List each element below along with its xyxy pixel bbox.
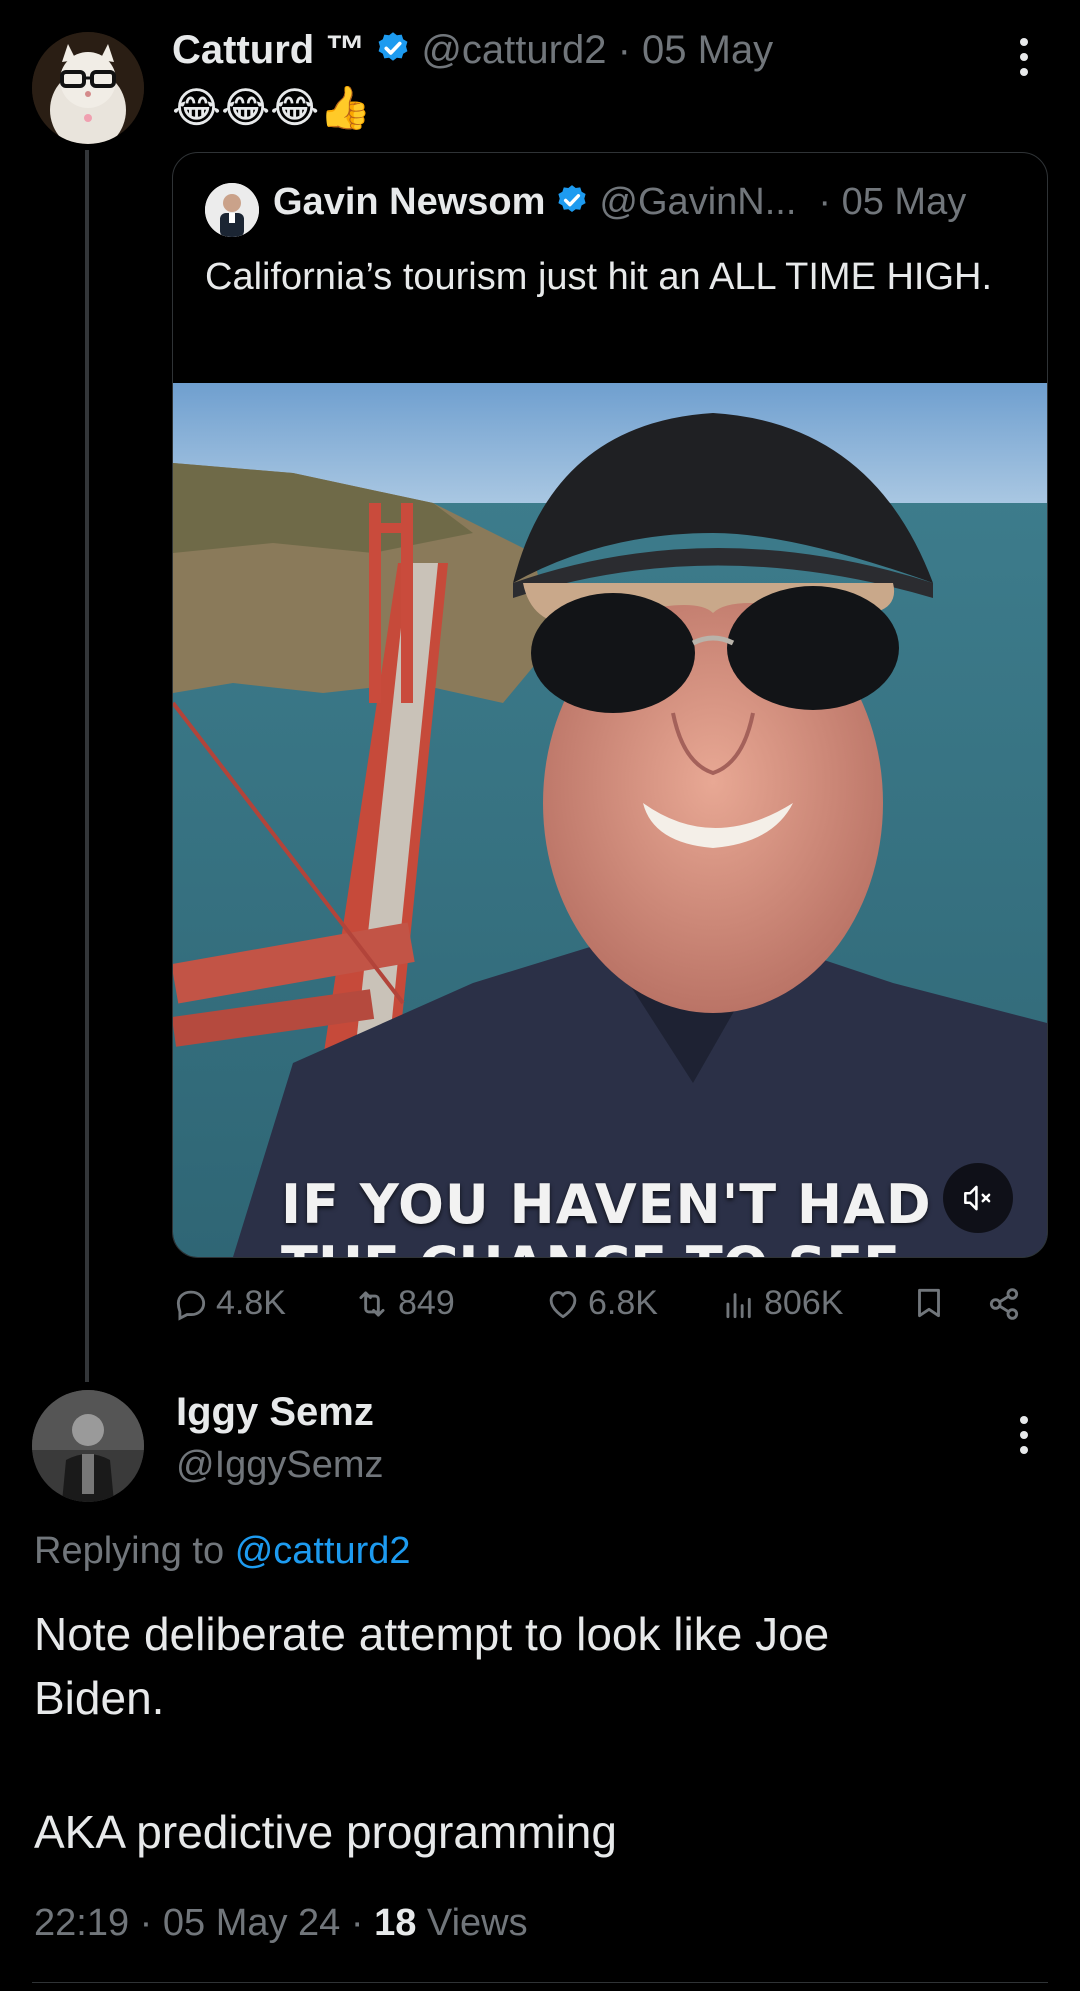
catturd-avatar[interactable] (32, 32, 144, 144)
retweet-icon (359, 1290, 385, 1317)
verified-badge-icon (555, 183, 589, 222)
tweet1-header: Catturd ™ @catturd2 · 05 May (172, 28, 773, 73)
like-button[interactable]: 6.8K (544, 1284, 658, 1323)
tweet1-action-bar: 4.8K 849 6.8K 806K (172, 1284, 1032, 1334)
share-icon (989, 1288, 1019, 1320)
quoted-author-name[interactable]: Gavin Newsom (273, 181, 545, 224)
share-button[interactable] (984, 1284, 1024, 1324)
reply-icon (176, 1290, 206, 1321)
replying-to-label: Replying to (34, 1530, 225, 1572)
tweet2-text-line2: Biden. (34, 1672, 165, 1724)
retweet-count: 849 (398, 1284, 455, 1322)
quoted-tweet[interactable]: Gavin Newsom @GavinN... · 05 May Califor… (172, 152, 1048, 1258)
tweet2-text-line1: Note deliberate attempt to look like Joe (34, 1608, 830, 1660)
video-caption-line1: IF YOU HAVEN'T HAD (281, 1173, 932, 1236)
tweet2-handle[interactable]: @IggySemz (176, 1444, 384, 1487)
reply-button[interactable]: 4.8K (172, 1284, 286, 1323)
quoted-video[interactable]: IF YOU HAVEN'T HAD THE CHANCE TO SEE (173, 383, 1047, 1257)
quoted-date: · 05 May (818, 181, 967, 223)
tweet2-timestamp[interactable]: 22:19 · 05 May 24 · (34, 1902, 374, 1944)
mute-icon (964, 1185, 991, 1211)
iggy-avatar[interactable] (32, 1390, 144, 1502)
bookmark-icon (918, 1288, 940, 1318)
tweet2-views-label: Views (416, 1902, 528, 1944)
quoted-header: Gavin Newsom @GavinN... · 05 May (273, 181, 966, 224)
like-icon (549, 1290, 577, 1318)
newsom-avatar (205, 183, 259, 237)
tweet2-views-count: 18 (374, 1902, 417, 1944)
video-frame-illustration (173, 383, 1047, 1257)
reply-count: 4.8K (216, 1284, 286, 1322)
tweet2-author-name[interactable]: Iggy Semz (176, 1390, 374, 1435)
like-count: 6.8K (588, 1284, 658, 1322)
thread-connector-line (85, 150, 89, 1382)
tweet2-meta: 22:19 · 05 May 24 · 18 Views (34, 1902, 528, 1945)
video-caption-line2: THE CHANCE TO SEE (281, 1243, 900, 1257)
divider (32, 1982, 1048, 1983)
quoted-text: California’s tourism just hit an ALL TIM… (205, 256, 993, 298)
mute-button[interactable] (943, 1163, 1013, 1233)
tweet1-text: 😂😂😂👍 (172, 84, 372, 131)
retweet-button[interactable]: 849 (352, 1284, 455, 1323)
views-count: 806K (764, 1284, 844, 1322)
bookmark-button[interactable] (910, 1284, 948, 1322)
quoted-handle[interactable]: @GavinN... (599, 181, 796, 224)
tweet1-author-name[interactable]: Catturd ™ (172, 28, 365, 73)
more-icon[interactable] (1018, 38, 1030, 76)
tweet2-text-line3: AKA predictive programming (34, 1806, 617, 1858)
replying-to-line: Replying to @catturd2 (34, 1530, 411, 1573)
more-icon[interactable] (1018, 1416, 1030, 1454)
verified-badge-icon (375, 30, 411, 71)
replying-to-handle[interactable]: @catturd2 (235, 1530, 411, 1572)
views-button[interactable]: 806K (720, 1284, 843, 1323)
tweet1-handle-date[interactable]: @catturd2 · 05 May (421, 28, 773, 73)
views-icon (726, 1292, 751, 1318)
